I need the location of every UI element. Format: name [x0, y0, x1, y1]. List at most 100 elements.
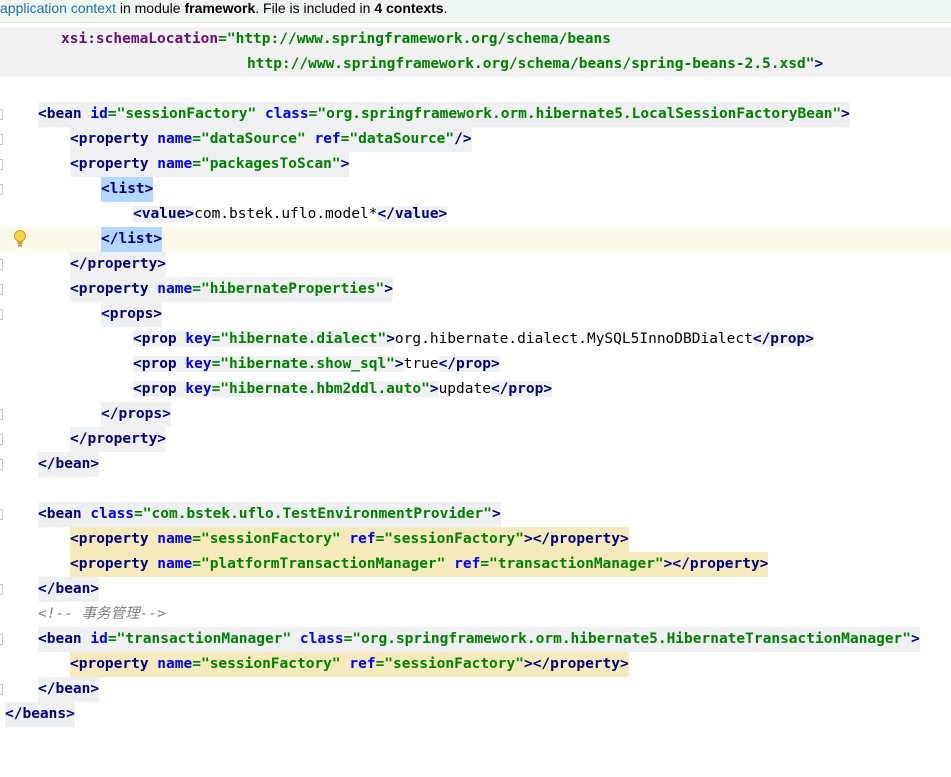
code-token: >: [340, 156, 350, 172]
fold-marker-icon[interactable]: [0, 109, 3, 120]
code-token: </property>: [532, 656, 629, 672]
context-banner: application context in module framework.…: [0, 0, 951, 23]
code-token: name: [148, 131, 193, 147]
code-token: key: [176, 356, 212, 372]
application-context-link[interactable]: application context: [0, 0, 116, 16]
code-token: ="com.bstek.uflo.TestEnvironmentProvider…: [134, 506, 492, 522]
code-line: <property name="sessionFactory" ref="ses…: [0, 527, 951, 552]
fold-marker-icon[interactable]: [0, 409, 3, 420]
code-line: <property name="platformTransactionManag…: [0, 552, 951, 577]
code-line: <list>: [0, 177, 951, 202]
code-token: ="dataSource": [340, 131, 455, 147]
code-token: >: [144, 181, 154, 197]
code-token: <: [38, 106, 47, 122]
fold-marker-icon[interactable]: [0, 459, 3, 470]
code-line: <prop key="hibernate.show_sql">true</pro…: [0, 352, 951, 377]
code-token: <prop: [133, 356, 177, 372]
code-token: </property>: [672, 556, 769, 572]
xml-editor[interactable]: xsi:schemaLocation="http://www.springfra…: [0, 27, 951, 727]
code-token: <prop: [133, 381, 177, 397]
code-token: </prop>: [438, 356, 500, 372]
fold-marker-icon[interactable]: [0, 434, 3, 445]
code-token: name: [148, 556, 193, 572]
code-token: ref: [305, 131, 341, 147]
code-line: </props>: [0, 402, 951, 427]
fold-marker-icon[interactable]: [0, 509, 3, 520]
code-token: >: [911, 631, 920, 647]
fold-marker-icon[interactable]: [0, 684, 3, 695]
code-line: <props>: [0, 302, 951, 327]
code-line: </property>: [0, 252, 951, 277]
lightbulb-icon[interactable]: [13, 230, 27, 248]
banner-text-3: .: [443, 0, 448, 16]
code-token: id: [81, 631, 108, 647]
xml-comment: <!-- 事务管理-->: [38, 606, 166, 622]
code-token: class: [81, 506, 135, 522]
fold-marker-icon[interactable]: [0, 259, 3, 270]
code-token: >: [523, 656, 533, 672]
code-line: <prop key="hibernate.hbm2ddl.auto">updat…: [0, 377, 951, 402]
code-line: </bean>: [0, 577, 951, 602]
context-count: 4 contexts: [374, 0, 444, 16]
code-token: ="org.springframework.orm.hibernate5.Loc…: [308, 106, 842, 122]
code-line: </property>: [0, 427, 951, 452]
code-token: name: [148, 656, 193, 672]
code-token: ="org.springframework.orm.hibernate5.Hib…: [343, 631, 912, 647]
code-token: <bean: [38, 506, 82, 522]
banner-text-2: . File is included in: [255, 0, 375, 16]
code-token: key: [176, 331, 212, 347]
code-line: <bean class="com.bstek.uflo.TestEnvironm…: [0, 502, 951, 527]
code-token: key: [176, 381, 212, 397]
code-token: >: [814, 56, 824, 72]
code-token: ref: [340, 531, 376, 547]
code-token: </bean>: [38, 456, 100, 472]
code-line: <property name="sessionFactory" ref="ses…: [0, 652, 951, 677]
code-token: >: [841, 106, 850, 122]
code-token: ="sessionFactory": [107, 106, 257, 122]
code-token: bean: [46, 106, 82, 122]
code-token: ="transactionManager": [107, 631, 292, 647]
fold-marker-icon[interactable]: [0, 159, 3, 170]
module-name: framework: [184, 0, 256, 16]
code-token: ref: [445, 556, 481, 572]
code-token: </beans>: [5, 706, 75, 722]
code-token: ref: [340, 656, 376, 672]
code-token: </props>: [101, 406, 171, 422]
fold-marker-icon[interactable]: [0, 584, 3, 595]
code-line: <!-- 事务管理-->: [0, 602, 951, 627]
fold-marker-icon[interactable]: [0, 634, 3, 645]
code-token: </bean>: [38, 581, 100, 597]
code-token: <property: [70, 556, 149, 572]
code-token: <props>: [101, 306, 163, 322]
code-token: </list>: [101, 231, 163, 247]
code-token: <prop: [133, 331, 177, 347]
code-token: >: [429, 381, 439, 397]
code-line: <bean id="sessionFactory" class="org.spr…: [0, 102, 951, 127]
code-token: ="http://www.springframework.org/schema/…: [218, 31, 611, 47]
code-line: <property name="packagesToScan">: [0, 152, 951, 177]
code-token: ="hibernateProperties": [192, 281, 385, 297]
fold-marker-icon[interactable]: [0, 284, 3, 295]
fold-marker-icon[interactable]: [0, 134, 3, 145]
code-line: <property name="dataSource" ref="dataSou…: [0, 127, 951, 152]
code-line: xsi:schemaLocation="http://www.springfra…: [0, 27, 951, 52]
code-token: </prop>: [490, 381, 553, 397]
code-token: <property: [70, 131, 149, 147]
code-token: </prop>: [752, 331, 814, 347]
code-token: >: [491, 506, 501, 522]
code-line: </beans>: [0, 702, 951, 727]
code-token: </property>: [532, 531, 629, 547]
fold-marker-icon[interactable]: [0, 184, 3, 195]
code-token: ="packagesToScan": [192, 156, 341, 172]
code-token: name: [148, 156, 193, 172]
code-line: <property name="hibernateProperties">: [0, 277, 951, 302]
code-token: ="dataSource": [192, 131, 306, 147]
code-token: </property>: [70, 256, 167, 272]
code-token: <value>: [133, 206, 195, 222]
fold-marker-icon[interactable]: [0, 309, 3, 320]
code-token: ="sessionFactory": [192, 656, 341, 672]
code-token: >: [523, 531, 533, 547]
code-token: ="hibernate.hbm2ddl.auto": [211, 381, 430, 397]
code-token: >: [394, 356, 404, 372]
code-token: >: [384, 281, 394, 297]
